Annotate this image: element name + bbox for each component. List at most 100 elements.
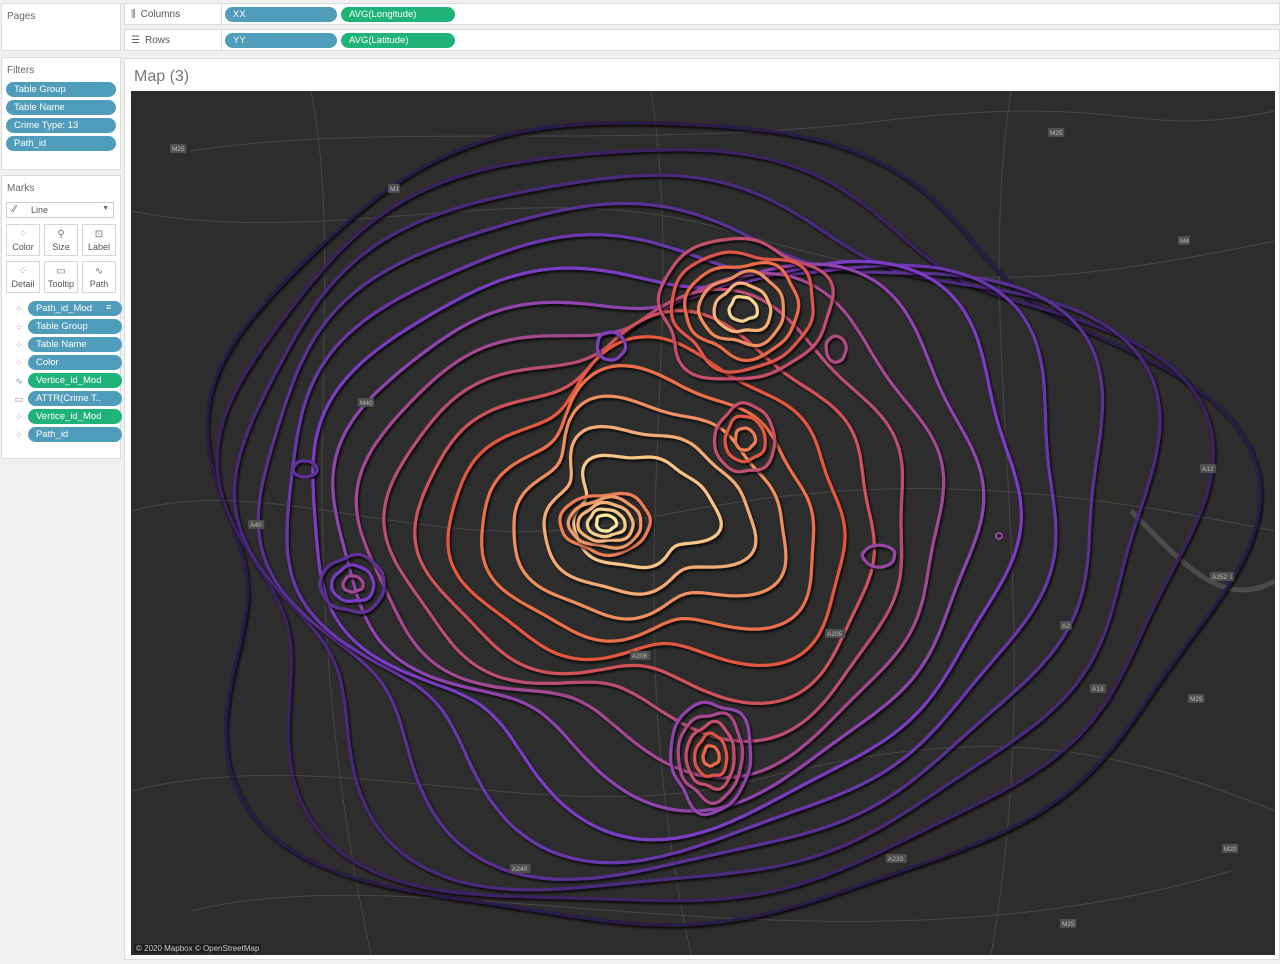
marks-field-pill[interactable]: Vertice_id_Mod — [28, 409, 122, 424]
road-label: M1 — [388, 184, 400, 193]
contour-line — [860, 543, 897, 569]
filter-pill-table-group[interactable]: Table Group — [6, 82, 116, 97]
marks-field-pill[interactable]: Table Group — [28, 319, 122, 334]
viz-pane: Map (3) M25M25M1M40M4A40A3A240A233 — [124, 58, 1280, 960]
contour-line — [693, 731, 729, 778]
road-label-text: M1 — [390, 186, 399, 193]
label-icon: ⊡ — [94, 229, 104, 240]
marks-size-label: Size — [52, 242, 70, 252]
columns-shelf-label: ⫼ Columns — [131, 9, 180, 20]
marks-label-button[interactable]: ⊡ Label — [82, 224, 116, 256]
road-label: M25 — [1188, 694, 1205, 703]
columns-icon: ⫼ — [131, 9, 136, 20]
marks-detail-label: Detail — [11, 279, 35, 289]
contour-line — [701, 744, 721, 768]
mark-type-label: Line — [31, 205, 49, 215]
road-label: A205 — [825, 629, 846, 638]
path-icon: ∿ — [94, 266, 104, 277]
marks-field-pill[interactable]: Table Name — [28, 337, 122, 352]
road-label: A13 — [1090, 684, 1107, 693]
road-label-text: M20 — [1224, 846, 1237, 853]
marks-color-button[interactable]: ⁘ Color — [6, 224, 40, 256]
road-label: A40 — [248, 520, 265, 529]
contour-map[interactable]: M25M25M1M40M4A40A3A240A233M25A205A2A206M… — [131, 91, 1275, 955]
road-label-text: A205 — [827, 631, 843, 638]
road-label: A240 — [510, 864, 531, 873]
pages-title: Pages — [7, 11, 36, 22]
rows-shelf: ☰ Rows YY AVG(Latitude) — [124, 29, 1280, 51]
road-label-text: A13 — [1092, 686, 1104, 693]
marks-field-pill[interactable]: Path_id — [28, 427, 122, 442]
marks-detail-button[interactable]: ⁘ Detail — [6, 261, 40, 293]
contour-lines — [205, 121, 1263, 927]
tooltip-icon: ▭ — [56, 266, 66, 277]
filter-pill-path-id[interactable]: Path_id — [6, 136, 116, 151]
line-icon: ⁄⁄ — [13, 204, 17, 215]
columns-pill-avg-longitude[interactable]: AVG(Longitude) — [341, 7, 455, 22]
columns-pill-xx[interactable]: XX — [225, 7, 337, 22]
marks-title: Marks — [7, 183, 35, 194]
shelf-divider — [221, 4, 222, 24]
color-icon: ⁘ — [18, 229, 28, 240]
marks-label-label: Label — [87, 242, 111, 252]
road-label-text: A206 — [632, 653, 648, 660]
size-icon: ⚲ — [57, 229, 65, 240]
rows-pill-avg-latitude[interactable]: AVG(Latitude) — [341, 33, 455, 48]
marks-field-pill[interactable]: ATTR(Crime T.. — [28, 391, 122, 406]
road-label: A252 — [1210, 572, 1231, 581]
mark-type-dropdown[interactable]: ⁄⁄ Line ▼ — [6, 202, 114, 218]
detail-icon: ⁘ — [15, 322, 23, 332]
road-labels: M25M25M1M40M4A40A3A240A233M25A205A2A206M… — [170, 128, 1239, 928]
marks-path-button[interactable]: ∿ Path — [82, 261, 116, 293]
road-label-text: M25 — [1062, 921, 1075, 928]
road-label: M4 — [1178, 236, 1190, 245]
road-network — [131, 91, 1275, 955]
road-label-text: A240 — [512, 866, 528, 873]
columns-shelf: ⫼ Columns XX AVG(Longitude) — [124, 3, 1280, 25]
filter-pill-crime-type[interactable]: Crime Type: 13 — [6, 118, 116, 133]
marks-field-pill[interactable]: Vertice_id_Mod — [28, 373, 122, 388]
road-label: M20 — [1222, 844, 1239, 853]
marks-panel: Marks ⁄⁄ Line ▼ ⁘ Color ⚲ Size ⊡ Label ⁘ Det… — [1, 175, 122, 459]
rows-label-text: Rows — [144, 35, 170, 46]
road-label-text: A233 — [888, 856, 904, 863]
detail-icon: ⁘ — [15, 304, 23, 314]
marks-tooltip-button[interactable]: ▭ Tooltip — [44, 261, 78, 293]
marks-size-button[interactable]: ⚲ Size — [44, 224, 78, 256]
filter-pill-table-name[interactable]: Table Name — [6, 100, 116, 115]
road-label: A233 — [886, 854, 907, 863]
road-label-text: M40 — [360, 400, 373, 407]
map-attribution: © 2020 Mapbox © OpenStreetMap — [134, 944, 262, 953]
contour-line — [994, 532, 1004, 540]
contour-line — [727, 294, 760, 323]
road-label-text: M4 — [1180, 238, 1189, 245]
chevron-down-icon: ▼ — [102, 205, 109, 212]
marks-field-pill[interactable]: Color — [28, 355, 122, 370]
detail-icon: ⁘ — [18, 266, 28, 277]
road-label-text: A2 — [1062, 623, 1070, 630]
rows-pill-yy[interactable]: YY — [225, 33, 337, 48]
road-label-text: A40 — [250, 522, 262, 529]
marks-path-label: Path — [89, 279, 109, 289]
road-label-text: A252 — [1212, 574, 1228, 581]
filters-title: Filters — [7, 65, 35, 76]
road-label-text: M25 — [1050, 130, 1063, 137]
road-label: A2 — [1060, 621, 1072, 630]
marks-color-label: Color — [12, 242, 34, 252]
detail-icon: ⁘ — [15, 340, 23, 350]
road-label: A206 — [630, 651, 651, 660]
road-label: A12 — [1200, 464, 1217, 473]
detail-icon: ⁘ — [15, 430, 23, 440]
contour-line — [311, 259, 1023, 842]
pages-panel: Pages — [1, 3, 121, 51]
columns-label-text: Columns — [140, 9, 181, 20]
tooltip-icon: ▭ — [14, 394, 24, 404]
contour-line — [594, 513, 619, 533]
map-canvas[interactable]: M25M25M1M40M4A40A3A240A233M25A205A2A206M… — [131, 91, 1275, 955]
road-label: M25 — [170, 144, 187, 153]
sort-icon: ≡ — [106, 302, 112, 312]
road-label: M25 — [1048, 128, 1065, 137]
color-icon: ⁘ — [15, 358, 23, 368]
detail-icon: ⁘ — [15, 412, 23, 422]
shelf-divider — [221, 30, 222, 50]
